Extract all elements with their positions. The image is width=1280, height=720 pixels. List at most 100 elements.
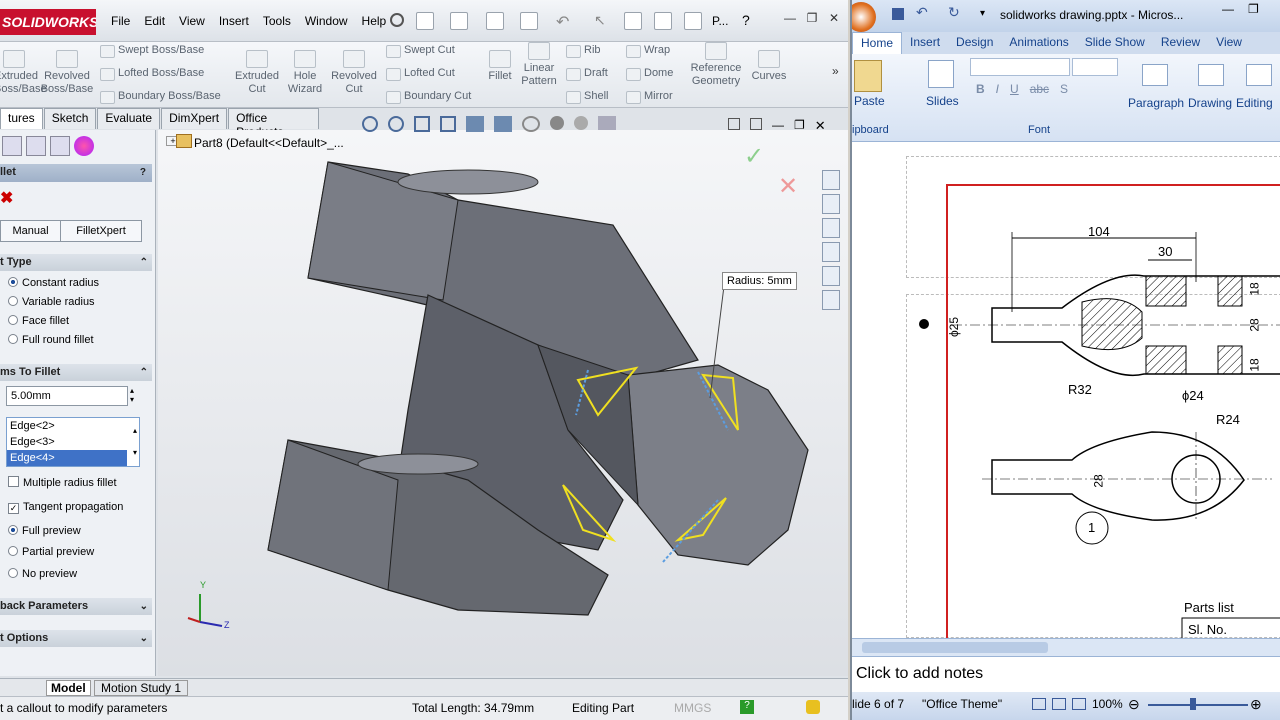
shadow-icon[interactable]: S (1060, 82, 1068, 96)
file-explorer-icon[interactable] (822, 218, 840, 238)
filletxpert-tab[interactable]: FilletXpert (61, 221, 141, 241)
find-icon[interactable] (1246, 64, 1272, 86)
appearances-icon[interactable] (822, 266, 840, 286)
custom-properties-icon[interactable] (822, 290, 840, 310)
rib-button[interactable]: Rib (564, 44, 601, 58)
lofted-boss-button[interactable]: Lofted Boss/Base (98, 67, 204, 81)
menu-view[interactable]: View (172, 14, 212, 28)
dome-button[interactable]: Dome (624, 67, 673, 81)
no-preview-option[interactable]: No preview (8, 567, 77, 581)
customize-qat-icon[interactable]: ▾ (980, 8, 985, 19)
view-settings-icon[interactable] (598, 116, 616, 130)
open-icon[interactable] (450, 12, 468, 30)
lofted-cut-button[interactable]: Lofted Cut (384, 67, 455, 81)
tab-design[interactable]: Design (948, 32, 1001, 54)
radius-spinner[interactable]: ▴ ▾ (130, 386, 140, 406)
font-size-select[interactable] (1072, 58, 1118, 76)
boundary-cut-button[interactable]: Boundary Cut (384, 90, 471, 104)
revolved-cut-button[interactable]: Revolved Cut (328, 50, 380, 96)
menu-file[interactable]: File (104, 14, 137, 28)
italic-icon[interactable]: I (996, 82, 999, 96)
hole-wizard-button[interactable]: Hole Wizard (282, 50, 328, 96)
paragraph-button[interactable]: Paragraph (1128, 96, 1184, 110)
menu-help[interactable]: Help (355, 14, 394, 28)
tab-animations[interactable]: Animations (1001, 32, 1076, 54)
print-icon[interactable] (520, 12, 538, 30)
home-icon[interactable] (822, 170, 840, 190)
tab-evaluate[interactable]: Evaluate (97, 108, 161, 129)
drawing-button[interactable]: Drawing (1188, 96, 1232, 110)
list-item[interactable]: Edge<3> (7, 434, 139, 450)
close-icon[interactable]: ✕ (826, 12, 842, 26)
setback-parameters-header[interactable]: back Parameters ⌄ (0, 598, 152, 615)
fillet-options-header[interactable]: t Options ⌄ (0, 630, 152, 647)
tab-office-products[interactable]: Office Products (228, 108, 319, 139)
select-icon[interactable]: ↖ (594, 12, 606, 29)
menu-edit[interactable]: Edit (137, 14, 172, 28)
editing-button[interactable]: Editing (1236, 96, 1273, 110)
extruded-cut-button[interactable]: Extruded Cut (232, 50, 282, 96)
theme-name[interactable]: "Office Theme" (922, 697, 1002, 711)
manual-tab[interactable]: Manual (1, 221, 61, 241)
search-label[interactable]: P... (712, 14, 728, 28)
tab-dimxpert[interactable]: DimXpert (161, 108, 228, 129)
boundary-boss-button[interactable]: Boundary Boss/Base (98, 90, 221, 104)
restore-icon[interactable]: ❐ (1248, 2, 1259, 16)
slide-editing-pane[interactable]: 104 30 18 28 18 ϕ25 R32 ϕ24 R24 28 1 Par… (852, 142, 1280, 638)
tab-review[interactable]: Review (1153, 32, 1208, 54)
slide-sorter-icon[interactable] (1052, 698, 1066, 710)
linear-pattern-button[interactable]: Linear Pattern (518, 42, 560, 88)
drawing-icon[interactable] (1198, 64, 1224, 86)
tab-view[interactable]: View (1208, 32, 1250, 54)
edit-appearance-icon[interactable] (550, 116, 564, 130)
rebuild-status-icon[interactable] (806, 700, 820, 714)
items-to-fillet-header[interactable]: ms To Fillet ⌃ (0, 364, 152, 381)
options-icon[interactable] (684, 12, 702, 30)
notes-placeholder[interactable]: Click to add notes (856, 665, 983, 683)
tangent-propagation-checkbox[interactable]: ✓ Tangent propagation (8, 500, 123, 514)
new-document-icon[interactable] (416, 12, 434, 30)
radius-input[interactable]: 5.00mm (6, 386, 128, 406)
collapse-icon[interactable]: ⌃ (140, 364, 148, 381)
curves-button[interactable]: Curves (748, 50, 790, 83)
partial-preview-option[interactable]: Partial preview (8, 545, 94, 559)
face-fillet-option[interactable]: Face fillet (8, 314, 69, 328)
full-round-fillet-option[interactable]: Full round fillet (8, 333, 94, 347)
rebuild-icon[interactable] (624, 12, 642, 30)
mirror-button[interactable]: Mirror (624, 90, 673, 104)
tab-insert[interactable]: Insert (902, 32, 948, 54)
scene-icon[interactable] (574, 116, 588, 130)
paste-icon[interactable] (854, 60, 882, 92)
tile-icon[interactable] (728, 118, 740, 130)
wrap-button[interactable]: Wrap (624, 44, 670, 58)
design-library-icon[interactable] (822, 194, 840, 214)
config-manager-icon[interactable] (50, 136, 70, 156)
undo-icon[interactable]: ↶ (916, 4, 928, 21)
list-item[interactable]: Edge<2> (7, 418, 139, 434)
minimize-icon[interactable]: — (1222, 2, 1234, 16)
save-icon[interactable] (486, 12, 504, 30)
tab-sketch[interactable]: Sketch (43, 108, 97, 129)
tab-motion-study[interactable]: Motion Study 1 (94, 680, 189, 696)
zoom-in-icon[interactable]: ⊕ (1250, 696, 1262, 713)
swept-boss-button[interactable]: Swept Boss/Base (98, 44, 204, 58)
strikethrough-icon[interactable]: abc (1030, 82, 1049, 96)
save-icon[interactable] (892, 8, 904, 20)
revolved-boss-button[interactable]: Revolved Boss/Base (40, 50, 94, 96)
view-palette-icon[interactable] (822, 242, 840, 262)
list-scrollbar[interactable]: ▴ ▾ (133, 420, 137, 464)
underline-icon[interactable]: U (1010, 82, 1019, 96)
expand-icon[interactable]: ⌄ (140, 598, 148, 615)
menu-window[interactable]: Window (298, 14, 355, 28)
property-manager-icon[interactable] (26, 136, 46, 156)
minimize-icon[interactable]: — (782, 12, 798, 26)
extruded-boss-button[interactable]: Extruded Boss/Base (0, 50, 47, 96)
status-units[interactable]: MMGS (674, 701, 711, 715)
list-item-selected[interactable]: Edge<4> (7, 450, 127, 466)
slide-show-icon[interactable] (1072, 698, 1086, 710)
swept-cut-button[interactable]: Swept Cut (384, 44, 455, 58)
expand-icon[interactable]: ⌄ (140, 630, 148, 647)
full-preview-option[interactable]: Full preview (8, 524, 81, 538)
paste-button[interactable]: Paste (854, 94, 885, 108)
shell-button[interactable]: Shell (564, 90, 608, 104)
